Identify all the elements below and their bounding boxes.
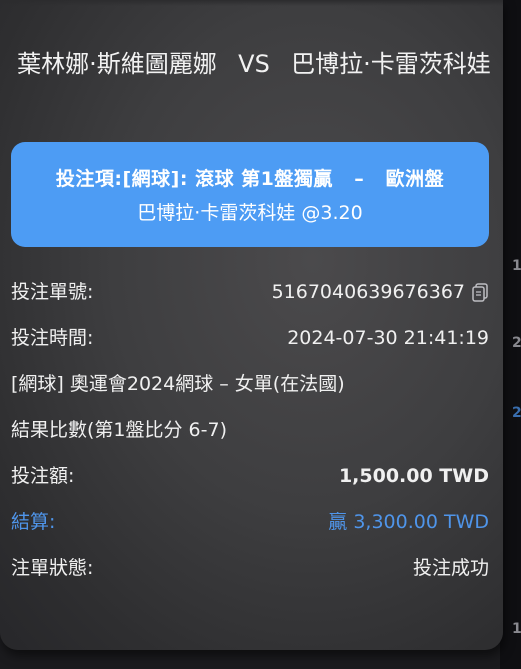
edge-mark: 2 bbox=[512, 405, 521, 421]
edge-mark: 1 bbox=[512, 258, 521, 274]
status-label: 注單狀態: bbox=[11, 557, 94, 579]
bet-time-label: 投注時間: bbox=[11, 327, 94, 349]
settlement-label: 結算: bbox=[11, 511, 56, 533]
bet-selection-box: 投注項:[網球]: 滾球 第1盤獨贏 – 歐洲盤 巴博拉·卡雷茨科娃 @3.20 bbox=[11, 142, 489, 247]
settlement-value: 贏 3,300.00 TWD bbox=[328, 511, 489, 533]
away-team-name: 巴博拉·卡雷茨科娃 bbox=[291, 50, 491, 78]
event-row: [網球] 奧運會2024網球 – 女單(在法國) bbox=[11, 368, 489, 400]
bet-time-row: 投注時間: 2024-07-30 21:41:19 bbox=[11, 322, 489, 354]
result-row: 結果比數(第1盤比分 6-7) bbox=[11, 414, 489, 446]
event-name: [網球] 奧運會2024網球 – 女單(在法國) bbox=[11, 373, 345, 395]
bet-time-value: 2024-07-30 21:41:19 bbox=[287, 327, 489, 349]
match-header: 葉林娜·斯維圖麗娜 VS 巴博拉·卡雷茨科娃 bbox=[0, 44, 503, 124]
stake-row: 投注額: 1,500.00 TWD bbox=[11, 460, 489, 492]
status-row: 注單狀態: 投注成功 bbox=[11, 552, 489, 584]
edge-mark: 1 bbox=[512, 621, 521, 637]
copy-icon[interactable] bbox=[471, 281, 489, 302]
bet-pick-odds: 巴博拉·卡雷茨科娃 @3.20 bbox=[137, 202, 363, 224]
stake-label: 投注額: bbox=[11, 465, 75, 487]
bet-market: 投注項:[網球]: 滾球 第1盤獨贏 – 歐洲盤 bbox=[55, 168, 445, 190]
result-score: 結果比數(第1盤比分 6-7) bbox=[11, 419, 227, 441]
ticket-number-text: 5167040639676367 bbox=[271, 281, 465, 303]
ticket-number-value: 5167040639676367 bbox=[272, 276, 489, 308]
settlement-row: 結算: 贏 3,300.00 TWD bbox=[11, 506, 489, 538]
status-value: 投注成功 bbox=[412, 557, 489, 579]
ticket-number-row: 投注單號: 5167040639676367 bbox=[11, 276, 489, 308]
bet-slip-card: 葉林娜·斯維圖麗娜 VS 巴博拉·卡雷茨科娃 投注項:[網球]: 滾球 第1盤獨… bbox=[0, 0, 503, 650]
home-team-name: 葉林娜·斯維圖麗娜 bbox=[17, 50, 217, 78]
stake-value: 1,500.00 TWD bbox=[338, 465, 489, 487]
edge-mark: 2 bbox=[512, 335, 521, 351]
ticket-number-label: 投注單號: bbox=[11, 281, 94, 303]
vs-label: VS bbox=[238, 50, 270, 78]
